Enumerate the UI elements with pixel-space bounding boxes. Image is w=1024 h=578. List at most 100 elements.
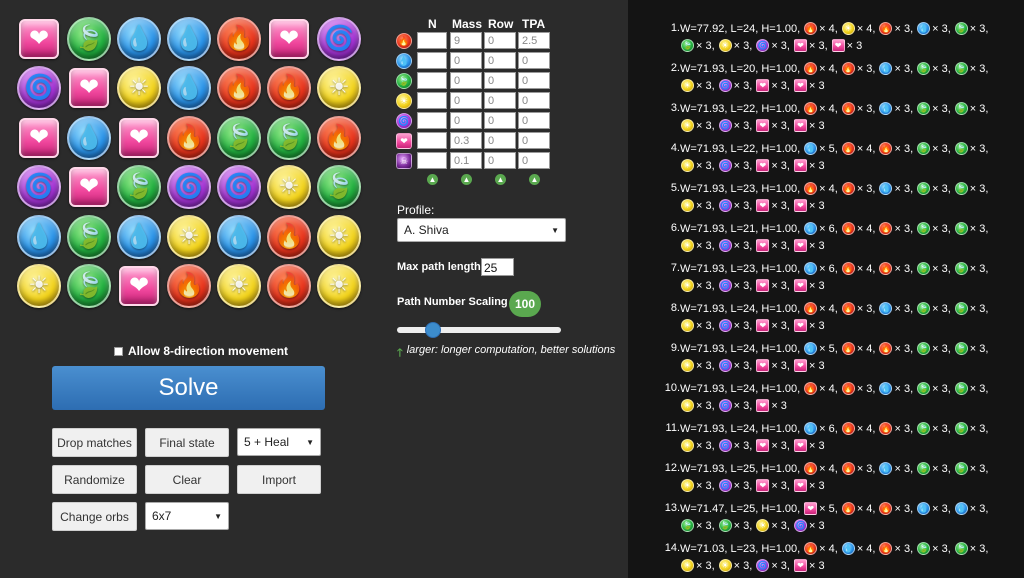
dark-orb[interactable]: 🌀 — [14, 64, 64, 114]
weight-row-input[interactable]: 0 — [484, 92, 516, 109]
wood-orb[interactable]: 🍃 — [264, 113, 314, 163]
water-orb[interactable]: 💧 — [14, 212, 64, 262]
weight-tpa-input[interactable]: 0 — [518, 132, 550, 149]
solve-button[interactable]: Solve — [52, 366, 325, 410]
light-orb[interactable]: ☀ — [164, 212, 214, 262]
solution-item[interactable]: 14. W=71.03, L=23, H=1.00, 🔥 × 4, 💧 × 4, 🔥 × 3,… — [628, 542, 1024, 578]
solution-item[interactable]: 8. W=71.93, L=24, H=1.00, 🔥 × 4, 🔥 × 3, 💧 × 3, 🍃… — [628, 302, 1024, 342]
dark-orb[interactable]: 🌀 — [214, 163, 264, 213]
weight-tpa-input[interactable]: 0 — [518, 152, 550, 169]
weight-n-input[interactable] — [417, 72, 447, 89]
fire-orb[interactable]: 🔥 — [214, 14, 264, 64]
fire-orb[interactable]: 🔥 — [264, 212, 314, 262]
weight-row-input[interactable]: 0 — [484, 112, 516, 129]
weight-mass-input[interactable]: 0 — [450, 112, 482, 129]
weight-tpa-input[interactable]: 0 — [518, 92, 550, 109]
sort-arrow-icon[interactable]: ▲ — [495, 174, 506, 185]
wood-orb[interactable]: 🍃 — [214, 113, 264, 163]
weight-row-input[interactable]: 0 — [484, 32, 516, 49]
water-orb[interactable]: 💧 — [114, 14, 164, 64]
weight-tpa-input[interactable]: 0 — [518, 72, 550, 89]
weight-n-input[interactable] — [417, 92, 447, 109]
fire-orb[interactable]: 🔥 — [214, 64, 264, 114]
weight-row-input[interactable]: 0 — [484, 52, 516, 69]
solution-item[interactable]: 12. W=71.93, L=25, H=1.00, 🔥 × 4, 🔥 × 3, 💧 × 3,… — [628, 462, 1024, 502]
wood-orb[interactable]: 🍃 — [64, 262, 114, 312]
change-orbs-button[interactable]: Change orbs — [52, 502, 137, 531]
water-orb[interactable]: 💧 — [164, 64, 214, 114]
weight-n-input[interactable] — [417, 32, 447, 49]
allow-8-direction-checkbox[interactable] — [114, 346, 123, 356]
weight-n-input[interactable] — [417, 52, 447, 69]
weight-row-input[interactable]: 0 — [484, 152, 516, 169]
heart-orb[interactable]: ❤ — [64, 64, 114, 114]
path-scaling-slider-track[interactable] — [397, 327, 561, 333]
water-orb[interactable]: 💧 — [214, 212, 264, 262]
solution-item[interactable]: 2. W=71.93, L=20, H=1.00, 🔥 × 4, 🔥 × 3, 💧 × 3, 🍃… — [628, 62, 1024, 102]
water-orb[interactable]: 💧 — [114, 212, 164, 262]
heart-orb[interactable]: ❤ — [114, 262, 164, 312]
heart-orb[interactable]: ❤ — [14, 14, 64, 64]
solution-item[interactable]: 6. W=71.93, L=21, H=1.00, 💧 × 6, 🔥 × 4, 🔥 × 3, 🍃… — [628, 222, 1024, 262]
solution-item[interactable]: 10. W=71.93, L=24, H=1.00, 🔥 × 4, 🔥 × 3, 💧 × 3,… — [628, 382, 1024, 422]
orb-board[interactable]: ❤ 🍃 💧 💧 🔥 ❤ 🌀 🌀 ❤ ☀ 💧 🔥 🔥 ☀ ❤ 💧 ❤ 🔥 🍃 🍃 🔥 🌀 ❤ 🍃 🌀 🌀 ☀ 🍃 💧 🍃 💧 ☀ 💧 🔥 ☀ ☀ 🍃 ❤ 🔥 ☀… — [14, 14, 364, 311]
light-orb[interactable]: ☀ — [314, 64, 364, 114]
water-orb[interactable]: 💧 — [164, 14, 214, 64]
solution-item[interactable]: 7. W=71.93, L=23, H=1.00, 💧 × 6, 🔥 × 4, 🔥 × 3, 🍃… — [628, 262, 1024, 302]
sort-arrow-icon[interactable]: ▲ — [461, 174, 472, 185]
water-orb[interactable]: 💧 — [64, 113, 114, 163]
import-button[interactable]: Import — [237, 465, 321, 494]
heart-orb[interactable]: ❤ — [64, 163, 114, 213]
mode-select[interactable]: 5 + Heal ▼ — [237, 428, 321, 456]
heart-orb[interactable]: ❤ — [264, 14, 314, 64]
weight-row-input[interactable]: 0 — [484, 72, 516, 89]
light-orb[interactable]: ☀ — [264, 163, 314, 213]
weight-tpa-input[interactable]: 0 — [518, 112, 550, 129]
path-scaling-slider-handle[interactable] — [425, 322, 441, 338]
dark-orb[interactable]: 🌀 — [164, 163, 214, 213]
weight-tpa-input[interactable]: 2.5 — [518, 32, 550, 49]
weight-mass-input[interactable]: 0 — [450, 72, 482, 89]
sort-arrow-icon[interactable]: ▲ — [427, 174, 438, 185]
wood-orb[interactable]: 🍃 — [64, 14, 114, 64]
solution-item[interactable]: 11. W=71.93, L=24, H=1.00, 💧 × 6, 🔥 × 4, 🔥 × 3,… — [628, 422, 1024, 462]
light-orb[interactable]: ☀ — [114, 64, 164, 114]
solution-item[interactable]: 13. W=71.47, L=25, H=1.00, ❤ × 5, 🔥 × 4, 🔥 × 3,… — [628, 502, 1024, 542]
weight-mass-input[interactable]: 0.1 — [450, 152, 482, 169]
clear-button[interactable]: Clear — [145, 465, 229, 494]
weight-mass-input[interactable]: 9 — [450, 32, 482, 49]
solution-item[interactable]: 4. W=71.93, L=22, H=1.00, 💧 × 5, 🔥 × 4, 🔥 × 3, 🍃… — [628, 142, 1024, 182]
heart-orb[interactable]: ❤ — [14, 113, 64, 163]
max-path-length-input[interactable]: 25 — [481, 258, 514, 276]
solution-item[interactable]: 5. W=71.93, L=23, H=1.00, 🔥 × 4, 🔥 × 3, 💧 × 3, 🍃… — [628, 182, 1024, 222]
weight-n-input[interactable] — [417, 152, 447, 169]
fire-orb[interactable]: 🔥 — [164, 113, 214, 163]
weight-mass-input[interactable]: 0 — [450, 92, 482, 109]
weight-mass-input[interactable]: 0 — [450, 52, 482, 69]
weight-n-input[interactable] — [417, 132, 447, 149]
fire-orb[interactable]: 🔥 — [264, 262, 314, 312]
dark-orb[interactable]: 🌀 — [14, 163, 64, 213]
weight-tpa-input[interactable]: 0 — [518, 52, 550, 69]
light-orb[interactable]: ☀ — [214, 262, 264, 312]
heart-orb[interactable]: ❤ — [114, 113, 164, 163]
weight-row-input[interactable]: 0 — [484, 132, 516, 149]
sort-arrow-icon[interactable]: ▲ — [529, 174, 540, 185]
solution-item[interactable]: 3. W=71.93, L=22, H=1.00, 🔥 × 4, 🔥 × 3, 💧 × 3, 🍃… — [628, 102, 1024, 142]
dark-orb[interactable]: 🌀 — [314, 14, 364, 64]
allow-8-direction[interactable]: Allow 8-direction movement — [114, 344, 288, 358]
wood-orb[interactable]: 🍃 — [314, 163, 364, 213]
final-state-button[interactable]: Final state — [145, 428, 229, 457]
wood-orb[interactable]: 🍃 — [64, 212, 114, 262]
weight-mass-input[interactable]: 0.3 — [450, 132, 482, 149]
solution-item[interactable]: 1. W=77.92, L=24, H=1.00, 🔥 × 4, ☀ × 4, 🔥 × 3, 💧… — [628, 22, 1024, 62]
weight-n-input[interactable] — [417, 112, 447, 129]
randomize-button[interactable]: Randomize — [52, 465, 137, 494]
fire-orb[interactable]: 🔥 — [164, 262, 214, 312]
light-orb[interactable]: ☀ — [314, 212, 364, 262]
drop-matches-button[interactable]: Drop matches — [52, 428, 137, 457]
profile-select[interactable]: A. Shiva ▼ — [397, 218, 566, 242]
solution-item[interactable]: 9. W=71.93, L=24, H=1.00, 💧 × 5, 🔥 × 4, 🔥 × 3, 🍃… — [628, 342, 1024, 382]
fire-orb[interactable]: 🔥 — [264, 64, 314, 114]
wood-orb[interactable]: 🍃 — [114, 163, 164, 213]
